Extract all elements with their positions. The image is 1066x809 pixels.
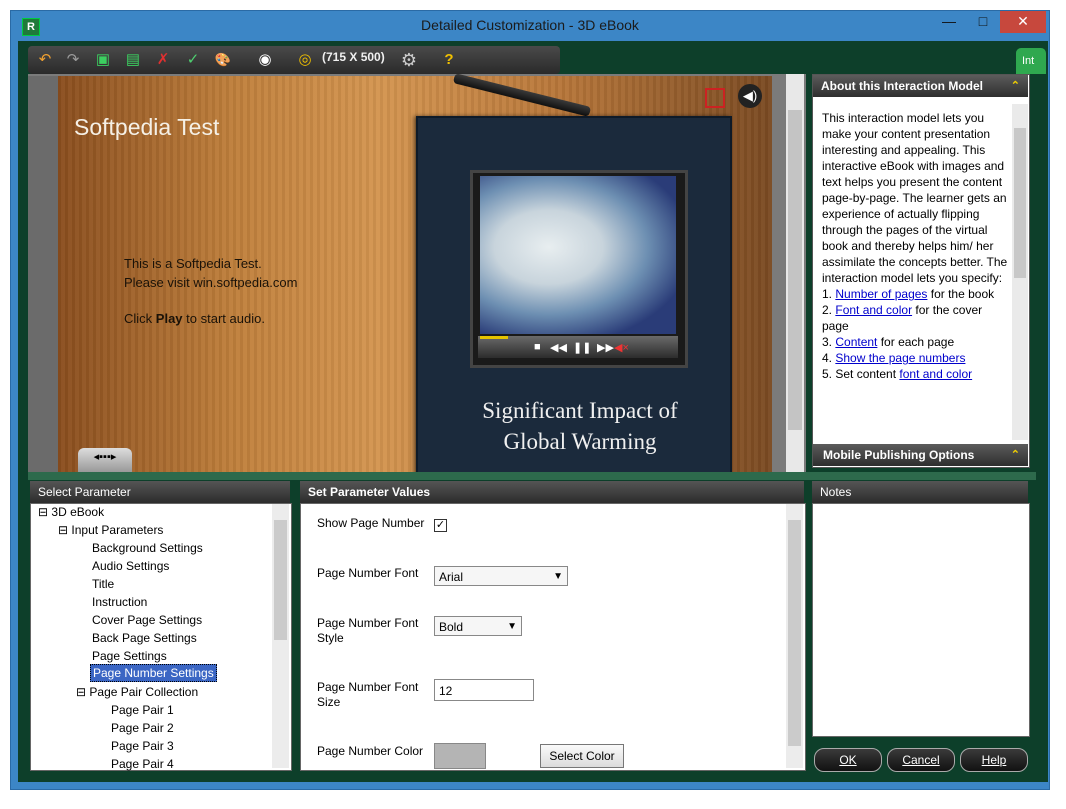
collapse-chevron-icon[interactable]: ⌃	[1011, 75, 1020, 97]
tree-item-selected[interactable]: Page Number Settings	[90, 664, 217, 682]
chevron-down-icon: ▼	[507, 621, 517, 632]
show-page-number-label: Show Page Number	[317, 516, 425, 530]
tree-page-pair[interactable]: Page Pair 2	[111, 721, 174, 735]
instruction-line-2: Please visit win.softpedia.com	[124, 275, 298, 290]
values-scroll-thumb[interactable]	[788, 520, 801, 746]
notes-textarea[interactable]	[812, 503, 1030, 737]
book-title: Significant Impact of Global Warming	[482, 398, 678, 454]
help-button[interactable]: Help	[960, 748, 1028, 772]
font-style-label: Page Number Font Style	[317, 616, 419, 645]
font-size-input[interactable]: 12	[434, 679, 534, 701]
forward-icon[interactable]: ▶▶	[597, 341, 614, 354]
link-font-and-color[interactable]: Font and color	[835, 303, 912, 317]
tree-item[interactable]: Title	[92, 577, 114, 591]
tree-root[interactable]: ⊟ 3D eBook	[38, 505, 104, 519]
color-swatch[interactable]	[434, 743, 486, 769]
stage-title: Softpedia Test	[74, 114, 220, 140]
font-label: Page Number Font	[317, 566, 419, 580]
cancel-button[interactable]: Cancel	[887, 748, 955, 772]
spell-check-icon[interactable]: ✓	[182, 49, 204, 71]
set-values-heading: Set Parameter Values	[300, 481, 804, 503]
video-progress[interactable]	[480, 336, 508, 339]
maximize-button[interactable]: □	[966, 11, 1000, 33]
instruction-line-1: This is a Softpedia Test.	[124, 256, 262, 271]
right-panel-tab[interactable]: Int	[1016, 48, 1046, 74]
link-number-of-pages[interactable]: Number of pages	[835, 287, 927, 301]
tree-item[interactable]: Back Page Settings	[92, 631, 197, 645]
tree-page-pair[interactable]: Page Pair 4	[111, 757, 174, 771]
minimize-button[interactable]: —	[932, 11, 966, 33]
video-image	[480, 176, 676, 334]
font-select[interactable]: Arial ▼	[434, 566, 568, 586]
page-nav-tab[interactable]: ◂▪▪▪▸	[78, 448, 132, 472]
rewind-icon[interactable]: ◀◀	[550, 341, 567, 354]
font-size-label: Page Number Font Size	[317, 680, 419, 709]
ok-button[interactable]: OK	[814, 748, 882, 772]
link-content[interactable]: Content	[835, 335, 877, 349]
speaker-icon[interactable]: ◀)	[738, 84, 762, 108]
resolution-label[interactable]: (715 X 500)	[322, 50, 385, 64]
help-icon[interactable]: ?	[438, 49, 460, 71]
expand-chevron-icon[interactable]: ⌃	[1011, 444, 1020, 466]
tree-page-pair[interactable]: Page Pair 3	[111, 739, 174, 753]
tree-item[interactable]: Page Settings	[92, 649, 167, 663]
select-parameter-heading: Select Parameter	[30, 481, 290, 503]
pause-icon[interactable]: ❚❚	[573, 341, 591, 354]
preview-eye-icon[interactable]: ◉	[254, 49, 276, 71]
tree-input-parameters[interactable]: ⊟ Input Parameters	[58, 523, 163, 537]
panel-splitter[interactable]	[28, 472, 1036, 480]
chevron-down-icon: ▼	[553, 571, 563, 582]
close-button[interactable]: ✕	[1000, 11, 1046, 33]
link-show-page-numbers[interactable]: Show the page numbers	[835, 351, 965, 365]
link-content-font-and-color[interactable]: font and color	[899, 367, 972, 381]
tree-scroll-thumb[interactable]	[274, 520, 287, 640]
about-scroll-thumb[interactable]	[1014, 128, 1026, 278]
tree-item[interactable]: Cover Page Settings	[92, 613, 202, 627]
about-heading[interactable]: About this Interaction Model ⌃	[813, 75, 1028, 97]
tree-item[interactable]: Audio Settings	[92, 559, 169, 573]
selection-marker[interactable]	[705, 88, 725, 108]
tree-page-pair[interactable]: Page Pair 1	[111, 703, 174, 717]
about-text: This interaction model lets you make you…	[822, 111, 1008, 381]
preview-scroll-thumb[interactable]	[788, 110, 802, 430]
palette-icon[interactable]: 🎨	[212, 49, 234, 71]
delete-icon[interactable]: ✗	[152, 49, 174, 71]
window-title: Detailed Customization - 3D eBook	[421, 17, 639, 33]
publish-target-icon[interactable]: ◎	[294, 49, 316, 71]
instruction-line-3: Click Play to start audio.	[124, 311, 265, 326]
stop-icon[interactable]: ■	[534, 341, 541, 353]
preview-left-margin	[28, 76, 58, 472]
save-icon[interactable]: ▣	[92, 49, 114, 71]
undo-icon[interactable]: ↶	[34, 49, 56, 71]
select-color-button[interactable]: Select Color	[540, 744, 624, 768]
tree-item[interactable]: Instruction	[92, 595, 147, 609]
settings-gear-icon[interactable]: ⚙	[398, 49, 420, 71]
mute-icon[interactable]: ◀×	[614, 341, 629, 354]
font-style-select[interactable]: Bold ▼	[434, 616, 522, 636]
show-page-number-checkbox[interactable]: ✓	[434, 519, 447, 532]
redo-icon[interactable]: ↷	[62, 49, 84, 71]
notes-heading: Notes	[812, 481, 1028, 503]
color-label: Page Number Color	[317, 744, 424, 758]
tree-item[interactable]: Background Settings	[92, 541, 203, 555]
save-all-icon[interactable]: ▤	[122, 49, 144, 71]
tree-page-pair-collection[interactable]: ⊟ Page Pair Collection	[76, 685, 198, 699]
mobile-publishing-heading[interactable]: Mobile Publishing Options ⌃	[813, 444, 1028, 466]
